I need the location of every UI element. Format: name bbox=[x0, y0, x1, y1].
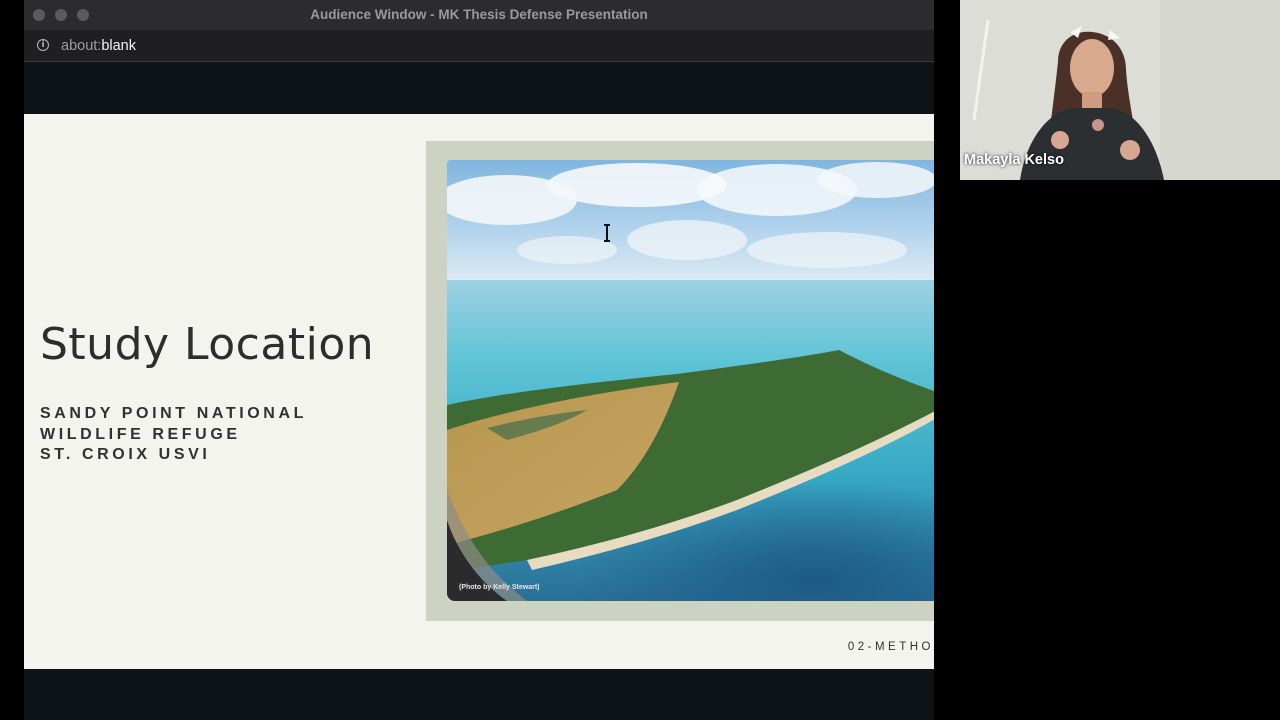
participant-video-tile[interactable]: Makayla Kelso bbox=[960, 0, 1280, 180]
subtitle-line: WILDLIFE REFUGE bbox=[40, 425, 241, 443]
url-host: blank bbox=[101, 38, 136, 54]
address-bar[interactable]: i about:blank bbox=[24, 31, 934, 62]
title-bar: Audience Window - MK Thesis Defense Pres… bbox=[24, 0, 934, 31]
aerial-island-image bbox=[447, 160, 934, 601]
section-footer: 02-METHO bbox=[847, 641, 934, 653]
subtitle-line: ST. CROIX USVI bbox=[40, 446, 211, 463]
window-title: Audience Window - MK Thesis Defense Pres… bbox=[310, 7, 648, 22]
screen: Audience Window - MK Thesis Defense Pres… bbox=[0, 0, 1280, 720]
photo-frame: (Photo by Kelly Stewart) bbox=[426, 141, 934, 621]
url-scheme: about: bbox=[61, 38, 102, 54]
audience-window: Audience Window - MK Thesis Defense Pres… bbox=[24, 0, 934, 720]
info-icon[interactable]: i bbox=[37, 39, 49, 51]
presentation-slide: Study Location SANDY POINT NATIONAL WILD… bbox=[24, 114, 934, 669]
slide-title: Study Location bbox=[40, 319, 375, 370]
participant-name: Makayla Kelso bbox=[964, 152, 1064, 168]
subtitle-line: SANDY POINT NATIONAL bbox=[40, 405, 307, 422]
slide-subtitle: SANDY POINT NATIONAL WILDLIFE REFUGE ST.… bbox=[40, 404, 307, 466]
url-text[interactable]: about:blank bbox=[61, 31, 136, 61]
photo-credit: (Photo by Kelly Stewart) bbox=[459, 584, 540, 591]
text-cursor-icon bbox=[604, 224, 610, 242]
aerial-photo: (Photo by Kelly Stewart) bbox=[447, 160, 934, 601]
